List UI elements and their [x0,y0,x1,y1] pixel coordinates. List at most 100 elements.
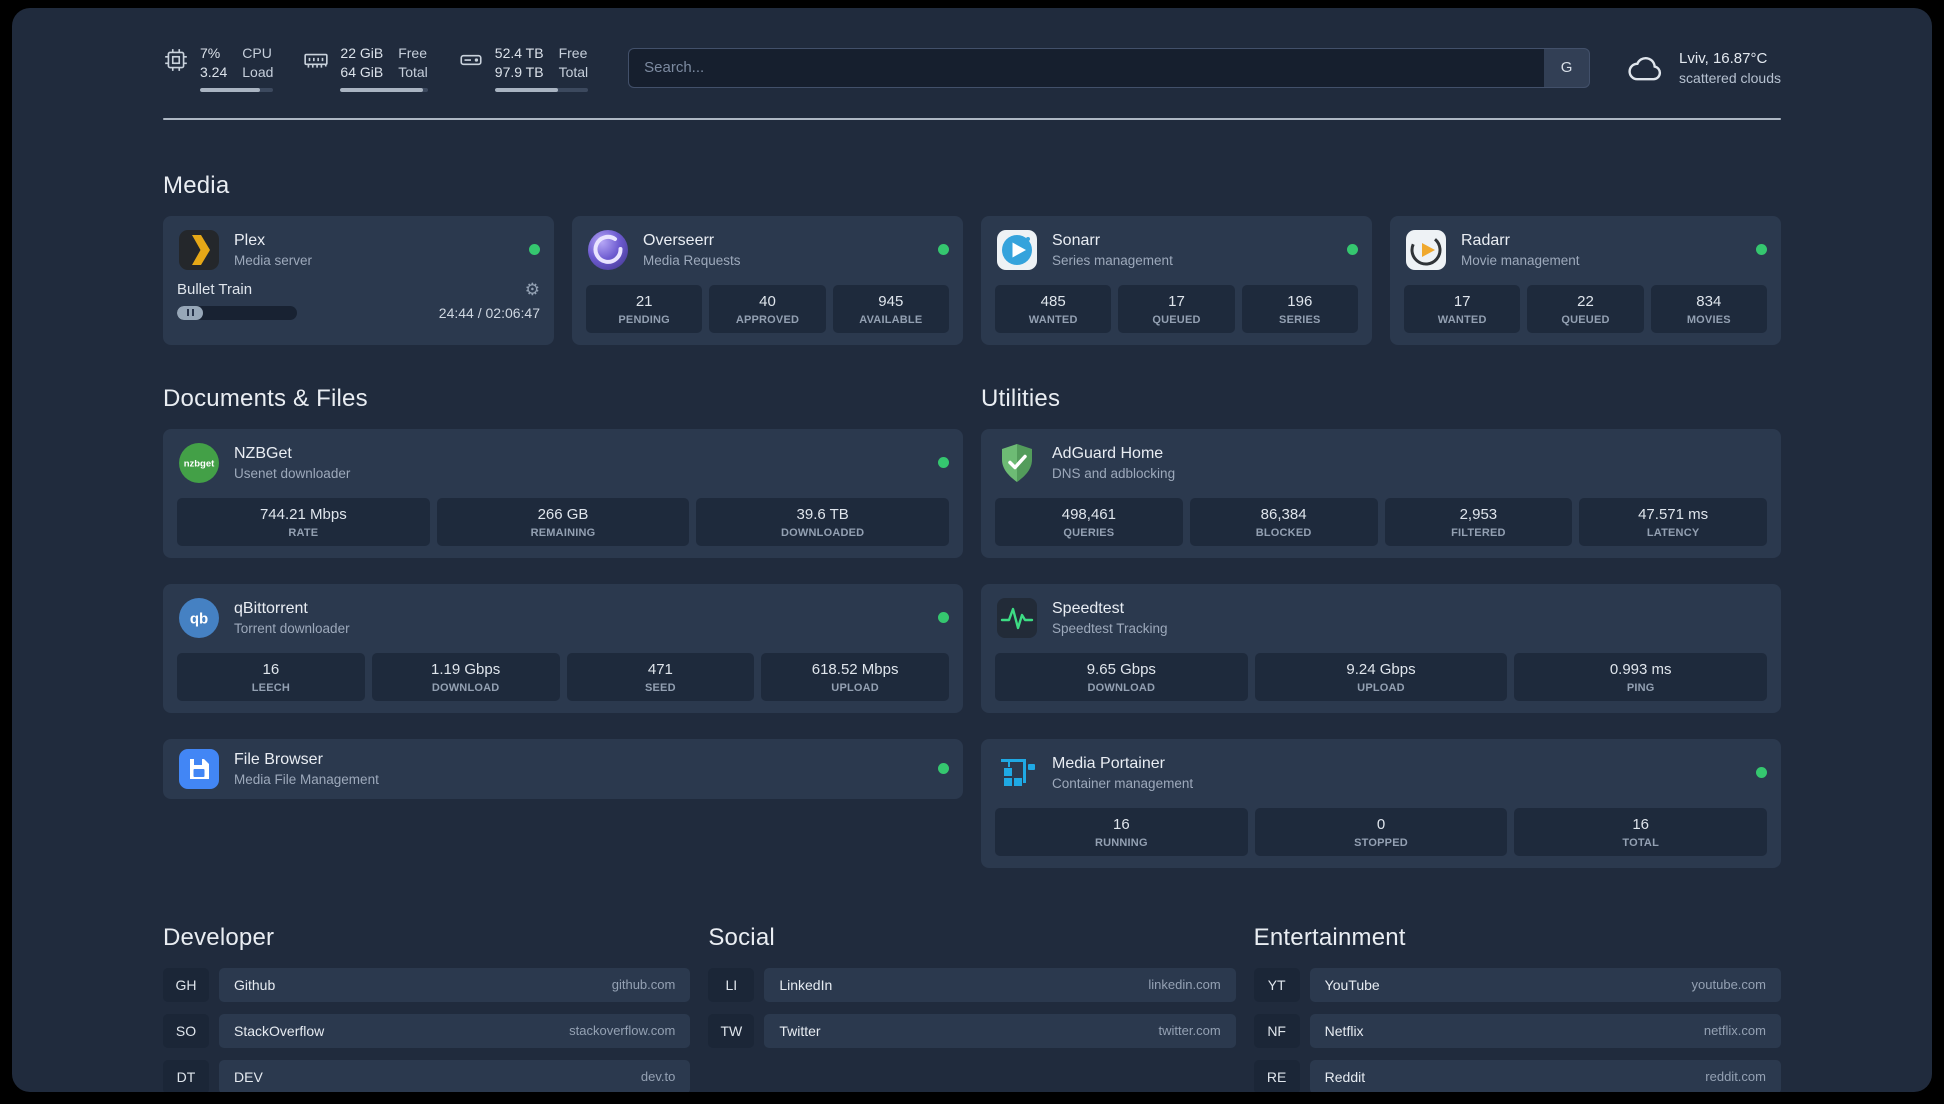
stat-pending: 21 PENDING [586,284,703,333]
service-name: qBittorrent [234,599,308,617]
bookmark-stackoverflow[interactable]: SO StackOverflow stackoverflow.com [163,1013,691,1048]
stat-label: LATENCY [1646,526,1700,539]
stat-label: LEECH [251,681,291,694]
stat-value: 17 [1168,292,1185,310]
section-media: Media Plex Media server Bullet Train ⚙ 2… [163,172,1781,345]
bookmark-abbr: YT [1253,967,1300,1002]
stat-label: QUEUED [1561,313,1610,326]
playback-progress-bar[interactable] [177,305,297,320]
stat-value: 22 [1577,292,1594,310]
service-subtitle: Torrent downloader [234,620,350,636]
service-card-speedtest[interactable]: Speedtest Speedtest Tracking 9.65 Gbps D… [981,583,1781,713]
bookmark-pill: Netflix netflix.com [1309,1013,1781,1048]
service-card-qbittorrent[interactable]: qb qBittorrent Torrent downloader 16 LEE… [163,583,963,713]
stat-running: 16 RUNNING [995,807,1248,856]
plex-now-playing: Bullet Train ⚙ 24:44 / 02:06:47 [177,281,540,321]
memory-total-label: Total [398,63,428,80]
stat-label: MOVIES [1686,313,1731,326]
status-dot [529,244,540,256]
cloud-icon [1628,56,1662,81]
cpu-progress-bar [200,87,274,92]
service-name: Media Portainer [1052,754,1165,772]
status-dot [938,763,949,775]
stat-value: 498,461 [1061,505,1116,523]
memory-free-value: 22 GiB [340,45,384,61]
stat-label: QUEUED [1152,313,1201,326]
stat-queries: 498,461 QUERIES [995,497,1183,546]
bookmark-netflix[interactable]: NF Netflix netflix.com [1253,1013,1781,1048]
disk-progress-fill [494,87,559,92]
stat-value: 39.6 TB [796,505,849,523]
stat-series: 196 SERIES [1241,284,1358,333]
bookmark-name: YouTube [1324,976,1380,993]
stat-value: 40 [759,292,776,310]
bookmark-abbr: GH [163,967,209,1002]
bookmark-pill: YouTube youtube.com [1309,967,1781,1002]
status-dot [938,457,949,469]
disk-free-label: Free [558,45,588,61]
stat-value: 196 [1287,292,1313,310]
stat-label: DOWNLOADED [781,526,865,539]
gear-icon[interactable]: ⚙ [525,281,540,298]
stat-value: 21 [635,292,653,310]
service-subtitle: Series management [1052,252,1173,268]
disk-icon [460,54,482,66]
service-card-adguard[interactable]: AdGuard Home DNS and adblocking 498,461 … [981,428,1781,558]
cpu-progress-fill [200,87,261,92]
bookmark-domain: stackoverflow.com [569,1023,676,1039]
service-card-filebrowser[interactable]: File Browser Media File Management [163,738,963,799]
bookmark-domain: dev.to [640,1069,676,1085]
stat-value: 266 GB [537,505,589,523]
memory-free-label: Free [398,45,428,61]
bookmark-abbr: DT [163,1059,209,1092]
pause-button[interactable] [177,305,204,320]
stat-label: REMAINING [530,526,596,539]
weather-location: Lviv, 16.87°C [1679,49,1768,67]
now-playing-title: Bullet Train [177,280,253,298]
bookmark-pill: Github github.com [219,967,691,1002]
stat-movies: 834 MOVIES [1650,284,1767,333]
bookmark-abbr: NF [1253,1013,1300,1048]
cpu-load-label: Load [242,63,274,80]
status-dot [938,612,949,624]
stat-blocked: 86,384 BLOCKED [1189,497,1378,546]
bookmark-github[interactable]: GH Github github.com [163,967,691,1002]
stat-label: BLOCKED [1255,526,1312,539]
stat-label: DOWNLOAD [431,681,500,694]
service-card-overseerr[interactable]: Overseerr Media Requests 21 PENDING 40 A… [572,215,963,345]
stat-download: 1.19 Gbps DOWNLOAD [371,652,560,701]
stat-value: 86,384 [1260,505,1307,523]
section-title-documents: Documents & Files [163,384,368,412]
service-name: Speedtest [1052,599,1125,617]
dashboard-screen: 7% 3.24 CPU Load 22 GiB 64 GiB Free Tota… [12,8,1932,1092]
disk-free-value: 52.4 TB [494,45,544,61]
search-engine-button[interactable]: G [1544,47,1591,88]
service-card-radarr[interactable]: Radarr Movie management 17 WANTED 22 QUE… [1390,215,1781,345]
service-subtitle: Speedtest Tracking [1052,620,1168,636]
bookmark-dev[interactable]: DT DEV dev.to [163,1059,691,1092]
service-card-portainer[interactable]: Media Portainer Container management 16 … [981,738,1781,868]
stat-value: 485 [1040,292,1066,310]
bookmark-linkedin[interactable]: LI LinkedIn linkedin.com [708,967,1236,1002]
bookmark-domain: twitter.com [1158,1023,1221,1039]
service-card-plex[interactable]: Plex Media server Bullet Train ⚙ 24:44 /… [163,215,554,345]
stat-value: 1.19 Gbps [431,660,501,678]
stat-available: 945 AVAILABLE [832,284,949,333]
cpu-usage-value: 7% [200,45,221,61]
top-bar: 7% 3.24 CPU Load 22 GiB 64 GiB Free Tota… [163,44,1781,92]
bookmark-reddit[interactable]: RE Reddit reddit.com [1253,1059,1781,1092]
bookmark-pill: StackOverflow stackoverflow.com [219,1013,691,1048]
service-subtitle: Media File Management [234,771,379,787]
bookmark-domain: github.com [611,977,676,993]
search-input[interactable] [628,47,1545,88]
stat-ping: 0.993 ms PING [1514,652,1768,701]
bookmark-youtube[interactable]: YT YouTube youtube.com [1253,967,1781,1002]
section-title-developer: Developer [163,923,275,951]
bookmark-twitter[interactable]: TW Twitter twitter.com [708,1013,1236,1048]
service-card-sonarr[interactable]: Sonarr Series management 485 WANTED 17 Q… [981,215,1372,345]
stat-label: PENDING [618,313,670,326]
service-subtitle: Media server [234,252,313,268]
memory-progress-bar [340,87,428,92]
service-card-nzbget[interactable]: nzbget NZBGet Usenet downloader 744.21 M… [163,428,963,558]
disk-total-value: 97.9 TB [494,63,544,80]
